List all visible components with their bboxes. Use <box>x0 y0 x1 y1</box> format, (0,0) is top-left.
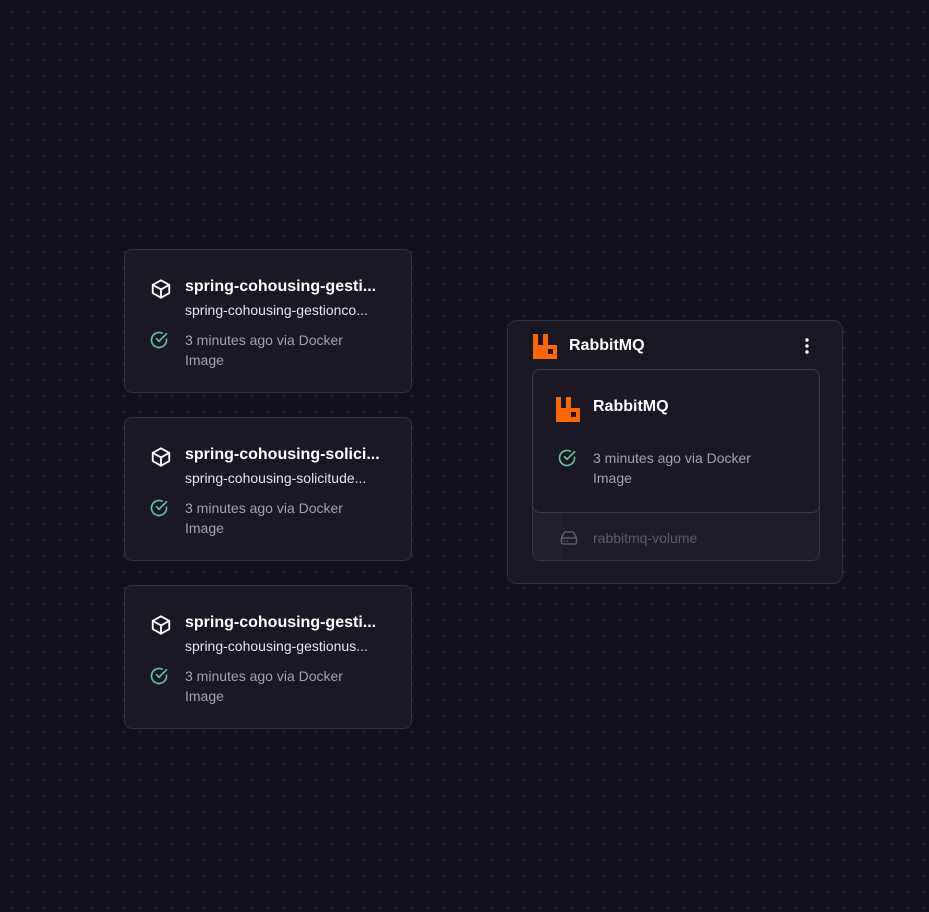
service-image-name: spring-cohousing-solicitude... <box>185 470 367 486</box>
group-title: RabbitMQ <box>569 337 645 354</box>
check-circle-icon <box>558 449 576 467</box>
check-circle-icon <box>150 331 168 349</box>
hard-drive-icon <box>560 531 578 545</box>
box-icon <box>151 279 171 299</box>
service-title: spring-cohousing-solici... <box>185 446 380 463</box>
rabbitmq-group[interactable]: RabbitMQ rabbitmq-volume RabbitMQ 3 minu… <box>507 320 843 584</box>
deploy-status: 3 minutes ago via Docker Image <box>185 332 343 368</box>
box-icon <box>151 615 171 635</box>
box-icon <box>151 447 171 467</box>
deploy-status: 3 minutes ago via Docker Image <box>185 500 343 536</box>
service-title: spring-cohousing-gesti... <box>185 614 377 631</box>
deploy-status: 3 minutes ago via Docker Image <box>185 668 343 704</box>
service-image-name: spring-cohousing-gestionus... <box>185 638 368 654</box>
service-card[interactable]: spring-cohousing-solici... spring-cohous… <box>124 417 412 561</box>
rabbitmq-logo-icon <box>533 334 557 359</box>
rabbitmq-logo-icon <box>556 397 580 422</box>
service-image-name: spring-cohousing-gestionco... <box>185 302 368 318</box>
volume-label: rabbitmq-volume <box>593 530 698 546</box>
check-circle-icon <box>150 499 168 517</box>
service-title: RabbitMQ <box>593 398 669 415</box>
deploy-status: 3 minutes ago via Docker Image <box>593 450 751 486</box>
kebab-menu-icon[interactable] <box>797 336 817 356</box>
check-circle-icon <box>150 667 168 685</box>
rabbitmq-service-card[interactable]: RabbitMQ 3 minutes ago via Docker Image <box>532 369 820 513</box>
service-card[interactable]: spring-cohousing-gesti... spring-cohousi… <box>124 249 412 393</box>
service-card[interactable]: spring-cohousing-gesti... spring-cohousi… <box>124 585 412 729</box>
service-title: spring-cohousing-gesti... <box>185 278 377 295</box>
